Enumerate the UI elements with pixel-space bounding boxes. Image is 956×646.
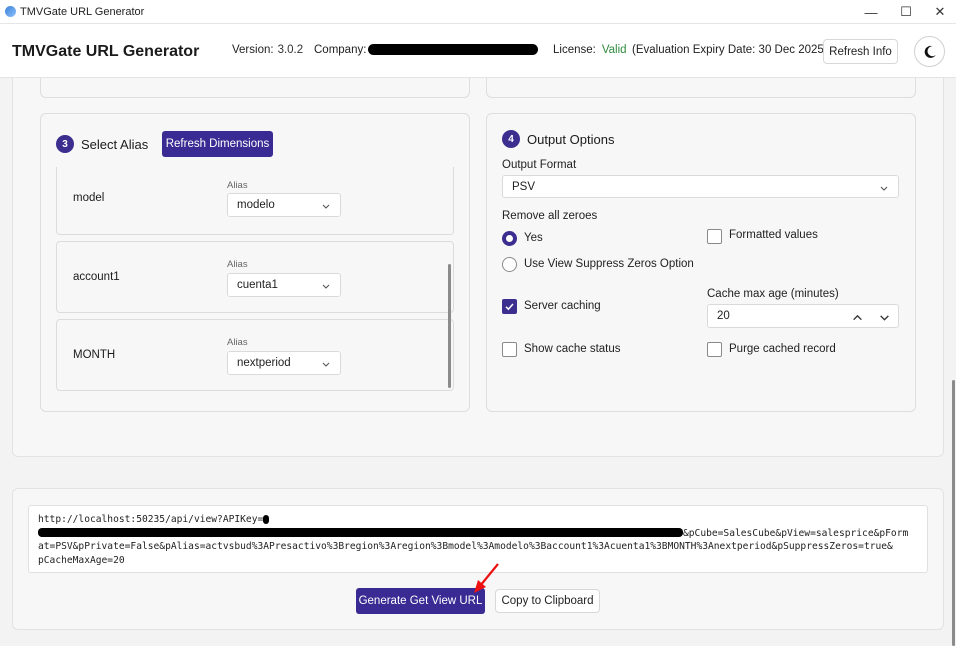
theme-toggle-button[interactable]: [914, 36, 945, 67]
app-header: TMVGate URL Generator Version: 3.0.2 Comp…: [0, 24, 956, 78]
alias-select-value: nextperiod: [237, 357, 291, 369]
cache-max-age-value: 20: [717, 310, 730, 322]
chevron-up-icon[interactable]: [852, 312, 863, 323]
alias-row-model: model Alias modelo: [56, 167, 454, 235]
url-line-2: &pCube=SalesCube&pView=salesprice&pForm: [683, 527, 909, 539]
zeroes-yes-radio[interactable]: [502, 231, 517, 246]
dimension-name: account1: [73, 271, 120, 283]
close-button[interactable]: ✕: [923, 0, 956, 24]
formatted-values-label: Formatted values: [729, 229, 818, 241]
output-format-select[interactable]: PSV: [502, 175, 899, 198]
window-titlebar: TMVGate URL Generator — ☐ ✕: [0, 0, 956, 24]
version-value: 3.0.2: [277, 44, 304, 56]
purge-cached-record-checkbox[interactable]: [707, 342, 722, 357]
window-title: TMVGate URL Generator: [20, 6, 145, 18]
refresh-dimensions-button[interactable]: Refresh Dimensions: [162, 131, 273, 157]
app-icon: [5, 6, 16, 17]
red-arrow-annotation: [474, 563, 499, 593]
alias-label: Alias: [227, 180, 248, 191]
alias-label: Alias: [227, 259, 248, 270]
chevron-down-icon: [322, 284, 330, 289]
alias-list-scrollbar[interactable]: [448, 264, 451, 388]
output-options-title: Output Options: [527, 132, 615, 147]
generate-url-button[interactable]: Generate Get View URL: [356, 588, 485, 614]
chevron-down-icon: [880, 186, 888, 191]
output-format-label: Output Format: [502, 159, 577, 171]
purge-cached-record-label: Purge cached record: [729, 343, 836, 355]
refresh-info-button[interactable]: Refresh Info: [823, 39, 898, 64]
checkmark-icon: [505, 303, 514, 311]
app-brand: TMVGate URL Generator: [12, 43, 200, 60]
show-cache-status-label: Show cache status: [524, 343, 621, 355]
url-line-4: pCacheMaxAge=20: [38, 554, 125, 566]
url-line-3: at=PSV&pPrivate=False&pAlias=actvsbud%3A…: [38, 541, 893, 552]
chevron-down-icon: [322, 204, 330, 209]
output-format-value: PSV: [512, 180, 536, 193]
zeroes-yes-label: Yes: [524, 232, 543, 244]
version-label: Version:: [232, 44, 274, 56]
maximize-button[interactable]: ☐: [889, 0, 923, 24]
company-label: Company:: [314, 44, 367, 56]
alias-select-value: modelo: [237, 199, 275, 211]
step-3-badge: 3: [56, 135, 74, 153]
copy-clipboard-button[interactable]: Copy to Clipboard: [495, 589, 600, 613]
server-caching-checkbox[interactable]: [502, 299, 517, 314]
zeroes-suppress-label: Use View Suppress Zeros Option: [524, 258, 694, 270]
alias-select-value: cuenta1: [237, 279, 278, 291]
minimize-button[interactable]: —: [854, 0, 888, 24]
expiry-info: (Evaluation Expiry Date: 30 Dec 2025): [632, 44, 828, 56]
select-alias-title: Select Alias: [81, 137, 149, 152]
company-info: Company:: [314, 44, 366, 56]
cache-max-age-label: Cache max age (minutes): [707, 288, 839, 300]
zeroes-suppress-radio[interactable]: [502, 257, 517, 272]
cache-max-age-input[interactable]: 20: [707, 304, 899, 328]
alias-select-account1[interactable]: cuenta1: [227, 273, 341, 297]
chevron-down-icon[interactable]: [879, 312, 890, 323]
show-cache-status-checkbox[interactable]: [502, 342, 517, 357]
alias-select-model[interactable]: modelo: [227, 193, 341, 217]
step-4-badge: 4: [502, 130, 520, 148]
previous-card-bottom-right: [486, 78, 916, 98]
formatted-values-checkbox[interactable]: [707, 229, 722, 244]
chevron-down-icon: [322, 362, 330, 367]
previous-card-bottom-left: [40, 78, 470, 98]
page-scrollbar[interactable]: [952, 380, 955, 646]
license-label: License:: [553, 44, 596, 56]
license-value: Valid: [601, 44, 627, 56]
alias-label: Alias: [227, 337, 248, 348]
remove-zeroes-label: Remove all zeroes: [502, 210, 598, 222]
moon-icon: [924, 45, 936, 58]
dimension-name: MONTH: [73, 349, 116, 361]
alias-select-month[interactable]: nextperiod: [227, 351, 341, 375]
server-caching-label: Server caching: [524, 300, 601, 312]
url-line-1: http://localhost:50235/api/view?APIKey=: [38, 514, 264, 525]
alias-row-month: MONTH Alias nextperiod: [56, 319, 454, 391]
alias-row-account1: account1 Alias cuenta1: [56, 241, 454, 313]
dimension-name: model: [73, 192, 105, 204]
version-info: Version: 3.0.2: [232, 44, 303, 56]
apikey-redaction-long: [38, 528, 683, 537]
apikey-redaction: [263, 514, 270, 524]
company-redaction: [368, 44, 538, 55]
license-info: License: Valid: [553, 44, 627, 56]
